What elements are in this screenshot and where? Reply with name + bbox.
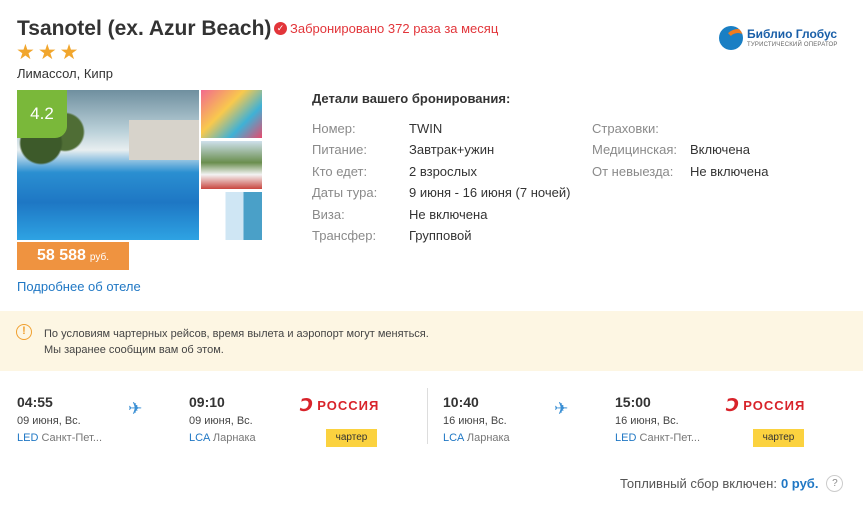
detail-value: Завтрак+ужин: [409, 142, 495, 157]
detail-row: Даты тура:: [312, 185, 378, 200]
hotel-photo-thumb[interactable]: [201, 90, 262, 138]
operator-logo: Библио Глобус ТУРИСТИЧЕСКИЙ ОПЕРАТОР: [719, 26, 838, 50]
departure-time: 10:40: [443, 394, 479, 410]
charter-badge: чартер: [326, 429, 377, 447]
airplane-icon: ✈: [128, 399, 143, 418]
arrival-date: 16 июня, Вс.: [615, 415, 679, 427]
arrival-time: 15:00: [615, 394, 651, 410]
hotel-photo-thumb[interactable]: [201, 192, 262, 240]
detail-value: Групповой: [409, 228, 472, 243]
arrival-airport: LED Санкт-Пет...: [615, 432, 701, 444]
rossiya-logo-icon: Ↄ: [726, 395, 740, 415]
insurance-label: От невыезда:: [592, 164, 674, 179]
booked-text: Забронировано 372 раза за месяц: [290, 21, 499, 36]
star-icon: ★: [37, 41, 57, 64]
operator-logo-icon: [719, 26, 743, 50]
detail-value: TWIN: [409, 121, 443, 136]
booked-count: ✓ Забронировано 372 раза за месяц: [274, 21, 498, 36]
hotel-stars: ★ ★ ★: [16, 42, 78, 64]
detail-row: Виза:: [312, 207, 345, 222]
hotel-name: Tsanotel (ex. Azur Beach): [17, 17, 272, 40]
fuel-value: 0 руб.: [780, 476, 819, 491]
rating-badge: 4.2: [17, 90, 67, 138]
detail-row: Трансфер:: [312, 228, 377, 243]
airplane-icon: ✈: [554, 399, 569, 418]
departure-date: 16 июня, Вс.: [443, 415, 507, 427]
airline-logo: Ↄ РОССИЯ: [726, 396, 805, 414]
hotel-photo-thumb[interactable]: [201, 141, 262, 189]
arrival-date: 09 июня, Вс.: [189, 415, 253, 427]
airline-name: РОССИЯ: [743, 397, 806, 413]
detail-row: Питание:: [312, 142, 367, 157]
charter-notice: ! По условиям чартерных рейсов, время вы…: [0, 311, 863, 371]
fuel-label: Топливный сбор включен:: [620, 476, 777, 491]
charter-badge: чартер: [753, 429, 804, 447]
warning-circle-icon: !: [16, 324, 32, 340]
airline-name: РОССИЯ: [317, 397, 380, 413]
departure-airport: LED Санкт-Пет...: [17, 432, 103, 444]
departure-airport: LCA Ларнака: [443, 432, 510, 444]
departure-time: 04:55: [17, 394, 53, 410]
insurance-label: Страховки:: [592, 121, 659, 136]
detail-value: 2 взрослых: [409, 164, 477, 179]
insurance-value: Не включена: [690, 164, 769, 179]
price-currency: руб.: [89, 252, 109, 263]
price-value: 58 588: [36, 247, 86, 264]
rossiya-logo-icon: Ↄ: [300, 395, 314, 415]
question-icon[interactable]: ?: [826, 475, 844, 492]
star-icon: ★: [16, 41, 35, 64]
insurance-label: Медицинская:: [592, 142, 678, 157]
booking-details-title: Детали вашего бронирования:: [312, 91, 511, 106]
hotel-details-link[interactable]: Подробнее об отеле: [17, 279, 141, 294]
detail-value: Не включена: [409, 207, 488, 222]
arrival-airport: LCA Ларнака: [189, 432, 256, 444]
departure-date: 09 июня, Вс.: [17, 415, 81, 427]
detail-row: Кто едет:: [312, 164, 368, 179]
hotel-location: Лимассол, Кипр: [17, 66, 113, 81]
fuel-surcharge: Топливный сбор включен: 0 руб. ?: [620, 475, 844, 492]
notice-line: Мы заранее сообщим вам об этом.: [44, 344, 224, 356]
detail-value: 9 июня - 16 июня (7 ночей): [409, 185, 571, 200]
operator-name: Библио Глобус: [747, 26, 838, 41]
airline-logo: Ↄ РОССИЯ: [300, 396, 379, 414]
check-circle-icon: ✓: [274, 22, 287, 35]
insurance-value: Включена: [690, 142, 750, 157]
notice-line: По условиям чартерных рейсов, время выле…: [44, 328, 429, 340]
star-icon: ★: [59, 41, 79, 64]
detail-row: Номер:: [312, 121, 356, 136]
arrival-time: 09:10: [189, 394, 225, 410]
operator-subtitle: ТУРИСТИЧЕСКИЙ ОПЕРАТОР: [747, 41, 838, 48]
price-badge: 58 588 руб.: [17, 242, 129, 270]
flight-divider: [427, 388, 428, 444]
